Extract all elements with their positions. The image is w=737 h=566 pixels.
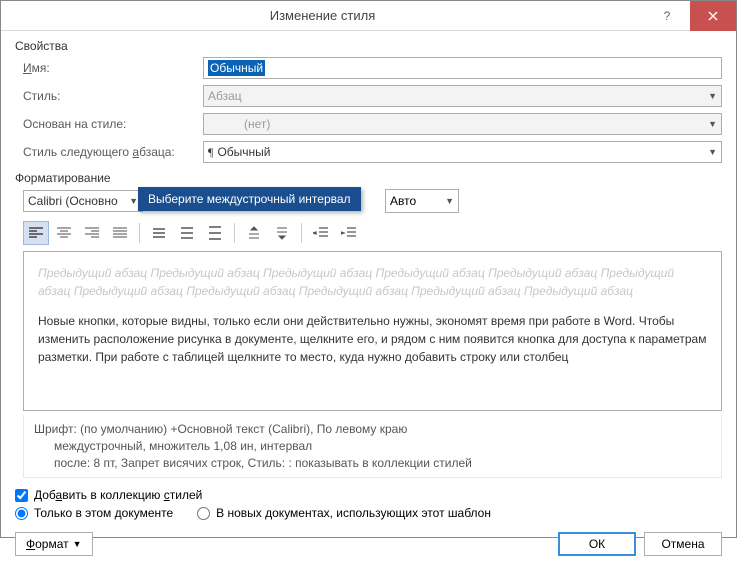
align-right-button[interactable] [79, 221, 105, 245]
align-right-icon [85, 227, 99, 239]
separator [139, 223, 140, 243]
next-paragraph-select[interactable]: ¶ Обычный ▼ [203, 141, 722, 163]
preview-pane: Предыдущий абзац Предыдущий абзац Предыд… [23, 251, 722, 411]
align-center-button[interactable] [51, 221, 77, 245]
titlebar: Изменение стиля ? [1, 1, 736, 31]
cancel-button[interactable]: Отмена [644, 532, 722, 556]
properties-section-label: Свойства [15, 39, 722, 53]
font-value: Calibri (Основно [28, 194, 118, 208]
line-spacing-tooltip: Выберите междустрочный интервал [138, 187, 361, 211]
space-before-dec-icon [274, 226, 290, 240]
align-left-icon [29, 227, 43, 239]
chevron-down-icon: ▼ [73, 539, 82, 549]
line-spacing-1-icon [151, 227, 167, 239]
close-icon [708, 11, 718, 21]
space-before-inc-button[interactable] [241, 221, 267, 245]
dialog-title: Изменение стиля [1, 8, 644, 23]
add-to-gallery-label: Добавить в коллекцию стилей [34, 488, 202, 502]
font-color-value: Авто [390, 194, 416, 208]
based-on-value: (нет) [244, 117, 270, 131]
style-type-value: Абзац [208, 89, 242, 103]
indent-increase-icon [341, 227, 357, 239]
indent-increase-button[interactable] [336, 221, 362, 245]
separator [301, 223, 302, 243]
font-select[interactable]: Calibri (Основно ▼ [23, 190, 143, 212]
chevron-down-icon: ▼ [708, 147, 717, 157]
align-justify-button[interactable] [107, 221, 133, 245]
only-this-document-radio[interactable] [15, 507, 28, 520]
desc-line-1: Шрифт: (по умолчанию) +Основной текст (C… [34, 421, 711, 438]
align-justify-icon [113, 227, 127, 239]
space-before-inc-icon [246, 226, 262, 240]
format-button[interactable]: Формат▼ [15, 532, 93, 556]
ok-button[interactable]: ОК [558, 532, 636, 556]
name-label: Имя: [23, 61, 203, 75]
next-paragraph-value: Обычный [217, 145, 270, 159]
line-spacing-15-icon [179, 227, 195, 239]
desc-line-2: междустрочный, множитель 1,08 ин, интерв… [54, 438, 711, 455]
add-to-gallery-checkbox[interactable] [15, 489, 28, 502]
line-spacing-15-button[interactable] [174, 221, 200, 245]
font-color-select[interactable]: Авто ▼ [385, 189, 459, 213]
based-on-select: (нет) ▼ [203, 113, 722, 135]
style-description: Шрифт: (по умолчанию) +Основной текст (C… [23, 415, 722, 478]
close-button[interactable] [690, 1, 736, 31]
align-left-button[interactable] [23, 221, 49, 245]
formatting-section-label: Форматирование [15, 171, 722, 185]
line-spacing-1-button[interactable] [146, 221, 172, 245]
indent-decrease-button[interactable] [308, 221, 334, 245]
formatting-row-1: Calibri (Основно ▼ Выберите междустрочны… [23, 189, 722, 213]
chevron-down-icon: ▼ [708, 119, 717, 129]
next-paragraph-label: Стиль следующего абзаца: [23, 145, 203, 159]
options-area: Добавить в коллекцию стилей Только в это… [15, 488, 722, 524]
pilcrow-icon: ¶ [208, 145, 213, 160]
name-value: Обычный [208, 60, 265, 76]
chevron-down-icon: ▼ [708, 91, 717, 101]
properties-grid: Имя: Обычный Стиль: Абзац ▼ Основан на с… [23, 57, 722, 163]
chevron-down-icon: ▼ [445, 196, 454, 206]
new-documents-radio[interactable] [197, 507, 210, 520]
line-spacing-2-icon [207, 226, 223, 240]
preview-ghost-text: Предыдущий абзац Предыдущий абзац Предыд… [38, 264, 707, 300]
modify-style-dialog: Изменение стиля ? Свойства Имя: Обычный … [0, 0, 737, 538]
separator [234, 223, 235, 243]
preview-sample-text: Новые кнопки, которые видны, только если… [38, 312, 707, 366]
help-button[interactable]: ? [644, 1, 690, 31]
desc-line-3: после: 8 пт, Запрет висячих строк, Стиль… [54, 455, 711, 472]
chevron-down-icon: ▼ [129, 196, 138, 206]
line-spacing-2-button[interactable] [202, 221, 228, 245]
align-center-icon [57, 227, 71, 239]
new-documents-label: В новых документах, использующих этот ша… [216, 506, 491, 520]
dialog-content: Свойства Имя: Обычный Стиль: Абзац ▼ Осн… [1, 31, 736, 566]
based-on-label: Основан на стиле: [23, 117, 203, 131]
style-type-select: Абзац ▼ [203, 85, 722, 107]
only-this-document-label: Только в этом документе [34, 506, 173, 520]
indent-decrease-icon [313, 227, 329, 239]
name-input[interactable]: Обычный [203, 57, 722, 79]
paragraph-toolbar [23, 221, 722, 245]
space-before-dec-button[interactable] [269, 221, 295, 245]
bottom-bar: Формат▼ ОК Отмена [15, 532, 722, 556]
style-type-label: Стиль: [23, 89, 203, 103]
